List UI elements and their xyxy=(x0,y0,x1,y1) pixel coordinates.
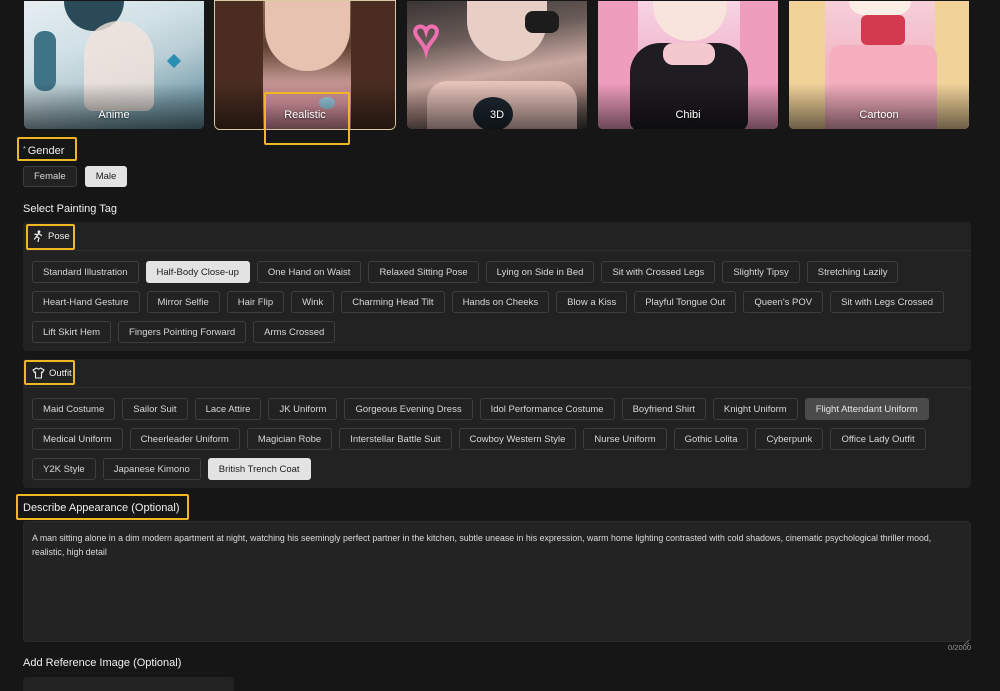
pose-tag-half-body-close-up[interactable]: Half-Body Close-up xyxy=(145,261,250,283)
gender-label: Gender xyxy=(27,145,65,157)
style-card-cartoon[interactable]: Cartoon xyxy=(788,0,970,130)
outfit-panel: Outfit Maid Costume Sailor Suit Lace Attir… xyxy=(23,359,971,488)
outfit-tag-japanese-kimono[interactable]: Japanese Kimono xyxy=(102,458,201,480)
outfit-tag-jk-uniform[interactable]: JK Uniform xyxy=(268,398,338,420)
pose-tag-charming-head-tilt[interactable]: Charming Head Tilt xyxy=(341,291,445,313)
outfit-title: Outfit xyxy=(49,367,72,379)
pose-tag-slightly-tipsy[interactable]: Slightly Tipsy xyxy=(722,261,800,283)
card-shade xyxy=(789,83,969,129)
pose-title: Pose : xyxy=(48,230,75,242)
pose-tag-blow-a-kiss[interactable]: Blow a Kiss xyxy=(556,291,628,313)
pose-tag-mirror-selfie[interactable]: Mirror Selfie xyxy=(146,291,220,313)
style-card-chibi[interactable]: Chibi xyxy=(597,0,779,130)
gender-title: * Gender xyxy=(23,145,64,157)
card-shade xyxy=(24,83,204,129)
outfit-tag-gorgeous-evening-dress[interactable]: Gorgeous Evening Dress xyxy=(344,398,473,420)
outfit-tag-office-lady-outfit[interactable]: Office Lady Outfit xyxy=(830,428,926,450)
pose-tag-stretching-lazily[interactable]: Stretching Lazily xyxy=(806,261,899,283)
outfit-tag-list: Maid Costume Sailor Suit Lace Attire JK Uni… xyxy=(23,388,971,488)
pose-tag-lift-skirt-hem[interactable]: Lift Skirt Hem xyxy=(32,321,112,343)
pose-tag-arms-crossed[interactable]: Arms Crossed xyxy=(253,321,336,343)
appearance-textarea[interactable]: A man sitting alone in a dim modern apar… xyxy=(23,521,971,642)
gender-female-button[interactable]: Female xyxy=(23,166,77,187)
pose-tag-queen-s-pov[interactable]: Queen's POV xyxy=(743,291,824,313)
outfit-tag-knight-uniform[interactable]: Knight Uniform xyxy=(712,398,798,420)
pose-tag-hands-on-cheeks[interactable]: Hands on Cheeks xyxy=(451,291,550,313)
pose-tag-relaxed-sitting-pose[interactable]: Relaxed Sitting Pose xyxy=(368,261,479,283)
tshirt-icon xyxy=(32,367,45,379)
required-mark: * xyxy=(23,146,26,153)
outfit-tag-cyberpunk[interactable]: Cyberpunk xyxy=(755,428,824,450)
style-card-realistic[interactable]: Realistic xyxy=(214,0,396,130)
gender-male-button[interactable]: Male xyxy=(84,166,128,187)
outfit-tag-lace-attire[interactable]: Lace Attire xyxy=(194,398,262,420)
pose-tag-wink[interactable]: Wink xyxy=(291,291,335,313)
pose-header: Pose : xyxy=(23,222,971,251)
pose-tag-one-hand-on-waist[interactable]: One Hand on Waist xyxy=(256,261,362,283)
gender-options: Female Male xyxy=(23,166,134,195)
style-label: Cartoon xyxy=(859,109,899,121)
outfit-tag-sailor-suit[interactable]: Sailor Suit xyxy=(122,398,188,420)
outfit-tag-british-trench-coat[interactable]: British Trench Coat xyxy=(207,458,311,480)
pose-tag-fingers-pointing-forward[interactable]: Fingers Pointing Forward xyxy=(118,321,247,343)
pose-tag-sit-with-legs-crossed[interactable]: Sit with Legs Crossed xyxy=(830,291,944,313)
character-counter: 0/2000 xyxy=(948,643,971,652)
outfit-tag-nurse-uniform[interactable]: Nurse Uniform xyxy=(583,428,667,450)
card-shade xyxy=(598,83,778,129)
painting-tag-title: Select Painting Tag xyxy=(23,203,117,215)
style-label: Realistic xyxy=(284,109,326,121)
outfit-tag-boyfriend-shirt[interactable]: Boyfriend Shirt xyxy=(621,398,706,420)
reference-title: Add Reference Image (Optional) xyxy=(23,657,182,669)
style-card-anime[interactable]: Anime xyxy=(23,0,205,130)
outfit-tag-medical-uniform[interactable]: Medical Uniform xyxy=(32,428,123,450)
style-label: Anime xyxy=(98,109,130,121)
pose-tag-playful-tongue-out[interactable]: Playful Tongue Out xyxy=(634,291,737,313)
outfit-tag-idol-performance-costume[interactable]: Idol Performance Costume xyxy=(479,398,615,420)
pose-tag-lying-on-side-in-bed[interactable]: Lying on Side in Bed xyxy=(485,261,595,283)
pose-tag-heart-hand-gesture[interactable]: Heart-Hand Gesture xyxy=(32,291,140,313)
pose-tag-standard-illustration[interactable]: Standard Illustration xyxy=(32,261,139,283)
resize-grip-icon[interactable] xyxy=(963,634,970,646)
outfit-tag-y2k-style[interactable]: Y2K Style xyxy=(32,458,96,480)
outfit-tag-flight-attendant-uniform[interactable]: Flight Attendant Uniform xyxy=(804,398,929,420)
style-label: Chibi xyxy=(675,109,701,121)
heart-icon: ♥ xyxy=(411,12,441,61)
outfit-tag-cheerleader-uniform[interactable]: Cheerleader Uniform xyxy=(129,428,240,450)
reference-upload-area[interactable] xyxy=(23,677,234,691)
pose-tag-list: Standard Illustration Half-Body Close-up O… xyxy=(23,251,971,351)
appearance-title: Describe Appearance (Optional) xyxy=(23,502,180,514)
card-shade xyxy=(215,83,395,129)
outfit-tag-gothic-lolita[interactable]: Gothic Lolita xyxy=(673,428,749,450)
outfit-tag-maid-costume[interactable]: Maid Costume xyxy=(32,398,116,420)
style-label: 3D xyxy=(489,109,505,121)
outfit-header: Outfit xyxy=(23,359,971,388)
outfit-tag-cowboy-western-style[interactable]: Cowboy Western Style xyxy=(458,428,577,450)
pose-panel: Pose : Standard Illustration Half-Body Cl… xyxy=(23,222,971,351)
style-card-3d[interactable]: ♥ 3D xyxy=(406,0,588,130)
card-shade xyxy=(407,83,587,129)
outfit-tag-magician-robe[interactable]: Magician Robe xyxy=(246,428,333,450)
pose-tag-sit-with-crossed-legs[interactable]: Sit with Crossed Legs xyxy=(601,261,716,283)
pose-tag-hair-flip[interactable]: Hair Flip xyxy=(226,291,285,313)
outfit-tag-interstellar-battle-suit[interactable]: Interstellar Battle Suit xyxy=(339,428,452,450)
running-person-icon xyxy=(32,230,44,242)
